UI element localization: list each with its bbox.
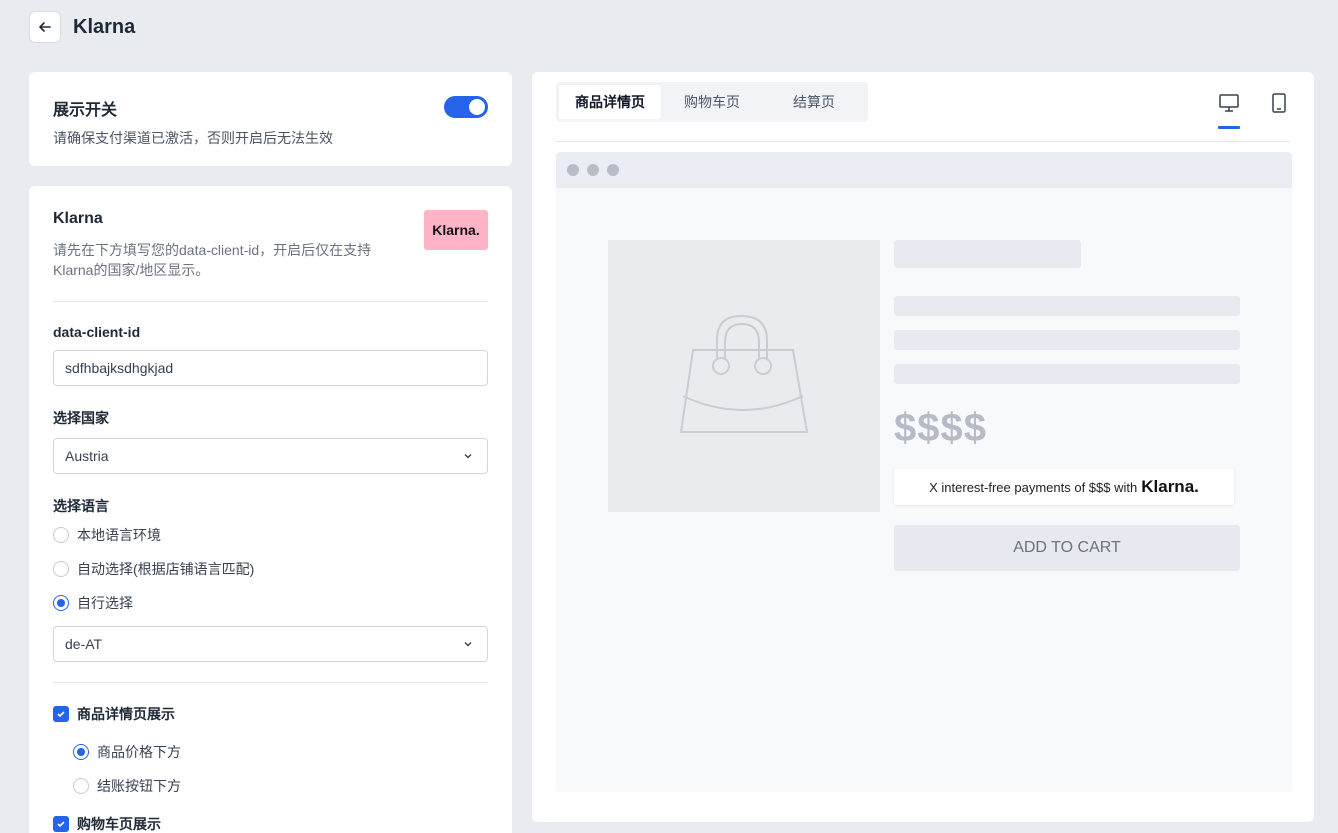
position-option-label: 结账按钮下方 <box>97 778 181 794</box>
display-switch-title: 展示开关 <box>53 102 118 119</box>
position-option-label: 商品价格下方 <box>97 744 181 760</box>
language-option-auto[interactable]: 自动选择(根据店铺语言匹配) <box>53 552 488 586</box>
language-option-label: 自行选择 <box>77 595 133 611</box>
language-option-label: 自动选择(根据店铺语言匹配) <box>77 561 255 577</box>
language-option-custom[interactable]: 自行选择 <box>53 586 488 620</box>
radio-icon <box>73 778 89 794</box>
country-value: Austria <box>65 448 109 464</box>
client-id-value: sdfhbajksdhgkjad <box>65 360 174 376</box>
tab-checkout-page[interactable]: 结算页 <box>763 85 865 119</box>
locale-value: de-AT <box>65 636 103 652</box>
text-placeholder <box>894 330 1240 350</box>
checkbox-checked-icon <box>53 816 69 832</box>
product-image-placeholder <box>608 240 880 512</box>
klarna-message-text: X interest-free payments of $$$ with <box>929 479 1138 495</box>
tab-product-page[interactable]: 商品详情页 <box>559 85 661 119</box>
page-title: Klarna <box>73 15 136 38</box>
window-dot <box>587 164 599 176</box>
text-placeholder <box>894 364 1240 384</box>
mobile-icon[interactable] <box>1268 92 1290 114</box>
radio-selected-icon <box>53 595 69 611</box>
country-label: 选择国家 <box>53 410 109 426</box>
klarna-settings-card: Klarna 请先在下方填写您的data-client-id，开启后仅在支持Kl… <box>29 186 512 833</box>
page-header: Klarna <box>29 11 135 43</box>
product-page-label: 商品详情页展示 <box>77 706 175 722</box>
checkbox-checked-icon <box>53 706 69 722</box>
chevron-down-icon <box>464 454 472 459</box>
shopping-bag-icon <box>679 314 809 433</box>
language-option-local[interactable]: 本地语言环境 <box>53 518 488 552</box>
title-placeholder <box>894 240 1081 268</box>
add-to-cart-button[interactable]: ADD TO CART <box>894 525 1240 571</box>
client-id-input[interactable]: sdfhbajksdhgkjad <box>53 350 488 386</box>
klarna-promo-message: X interest-free payments of $$$ with Kla… <box>894 469 1234 505</box>
cart-page-checkbox[interactable]: 购物车页展示 <box>53 807 488 833</box>
position-below-checkout[interactable]: 结账按钮下方 <box>53 769 488 803</box>
language-label: 选择语言 <box>53 498 109 514</box>
preview-card: 商品详情页 购物车页 结算页 $$$$ X interest-free paym… <box>532 72 1314 822</box>
preview-tabs: 商品详情页 购物车页 结算页 <box>556 82 868 122</box>
price-placeholder: $$$$ <box>894 406 987 450</box>
locale-select[interactable]: de-AT <box>53 626 488 662</box>
window-dot <box>607 164 619 176</box>
window-dot <box>567 164 579 176</box>
chevron-down-icon <box>464 642 472 647</box>
display-toggle[interactable] <box>444 96 488 118</box>
klarna-card-header: Klarna 请先在下方填写您的data-client-id，开启后仅在支持Kl… <box>53 210 488 302</box>
active-device-indicator <box>1218 126 1240 129</box>
radio-icon <box>53 527 69 543</box>
preview-toolbar: 商品详情页 购物车页 结算页 <box>556 82 1290 142</box>
radio-selected-icon <box>73 744 89 760</box>
display-switch-card: 展示开关 请确保支付渠道已激活，否则开启后无法生效 <box>29 72 512 166</box>
display-switch-description: 请确保支付渠道已激活，否则开启后无法生效 <box>53 130 333 146</box>
tab-cart-page[interactable]: 购物车页 <box>661 85 763 119</box>
klarna-logo: Klarna. <box>424 210 488 250</box>
country-select[interactable]: Austria <box>53 438 488 474</box>
client-id-label: data-client-id <box>53 324 141 340</box>
browser-bar <box>556 152 1292 188</box>
cart-page-label: 购物车页展示 <box>77 816 161 832</box>
klarna-card-title: Klarna <box>53 210 103 227</box>
arrow-left-icon <box>39 22 51 32</box>
browser-preview: $$$$ X interest-free payments of $$$ wit… <box>556 152 1292 792</box>
klarna-brand-logo: Klarna. <box>1141 477 1199 496</box>
position-below-price[interactable]: 商品价格下方 <box>53 735 488 769</box>
radio-icon <box>53 561 69 577</box>
back-button[interactable] <box>29 11 61 43</box>
klarna-card-description: 请先在下方填写您的data-client-id，开启后仅在支持Klarna的国家… <box>53 242 372 278</box>
text-placeholder <box>894 296 1240 316</box>
language-option-label: 本地语言环境 <box>77 527 161 543</box>
product-page-checkbox[interactable]: 商品详情页展示 <box>53 697 488 731</box>
section-divider <box>53 682 488 683</box>
desktop-icon[interactable] <box>1218 92 1240 114</box>
